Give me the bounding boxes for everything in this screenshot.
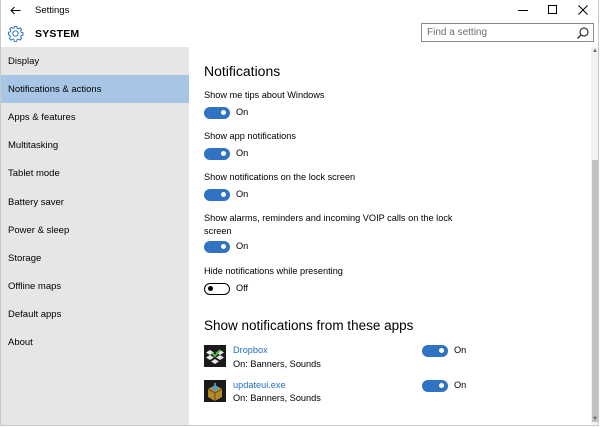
apps-section-title: Show notifications from these apps (204, 318, 414, 333)
settings-window: Settings SYSTEM Display Notifications & … (0, 0, 599, 426)
sidebar-item-label: Storage (8, 252, 42, 264)
sidebar-item-label: Battery saver (8, 196, 64, 208)
option-label-app-notifications: Show app notifications (204, 131, 296, 141)
gear-icon (7, 25, 24, 42)
lock-screen-toggle[interactable] (204, 189, 230, 201)
toggle-state: Off (236, 283, 249, 293)
toggle-knob (439, 348, 444, 353)
option-label-lock-screen: Show notifications on the lock screen (204, 172, 356, 182)
toggle-state: On (236, 148, 249, 158)
sidebar-item-label: Tablet mode (8, 168, 60, 180)
back-arrow-icon (9, 6, 20, 14)
toggle-state: On (454, 380, 467, 390)
minimize-button[interactable] (508, 0, 538, 20)
sidebar: Display Notifications & actions Apps & f… (1, 47, 189, 425)
toggle-knob (221, 151, 226, 156)
sidebar-item-tablet-mode[interactable]: Tablet mode (1, 160, 189, 188)
option-label-tips: Show me tips about Windows (204, 90, 325, 100)
sidebar-item-apps-features[interactable]: Apps & features (1, 103, 189, 131)
close-icon (578, 5, 588, 15)
app-detail: On: Banners, Sounds (233, 359, 321, 369)
scroll-down-icon[interactable]: ▼ (591, 416, 598, 424)
option-label-alarms-voip: Show alarms, reminders and incoming VOIP… (204, 213, 453, 236)
toggle-knob (208, 286, 213, 291)
close-button[interactable] (568, 0, 598, 20)
sidebar-item-label: Offline maps (8, 281, 62, 293)
alarms-voip-toggle[interactable] (204, 241, 230, 253)
toggle-state: On (454, 345, 467, 355)
sidebar-item-multitasking[interactable]: Multitasking (1, 132, 189, 160)
maximize-icon (548, 5, 557, 14)
sidebar-item-power-sleep[interactable]: Power & sleep (1, 216, 189, 244)
option-label-hide-presenting: Hide notifications while presenting (204, 266, 343, 276)
sidebar-item-offline-maps[interactable]: Offline maps (1, 273, 189, 301)
window-title: Settings (35, 4, 70, 16)
scrollbar-thumb[interactable] (592, 160, 598, 422)
sidebar-item-display[interactable]: Display (1, 47, 189, 75)
sidebar-item-label: Notifications & actions (8, 83, 102, 95)
section-title: SYSTEM (35, 28, 80, 40)
app-name-dropbox[interactable]: Dropbox (233, 345, 268, 355)
search-icon[interactable] (576, 26, 590, 40)
dropbox-toggle[interactable] (422, 345, 448, 357)
sidebar-item-default-apps[interactable]: Default apps (1, 301, 189, 329)
minimize-icon (518, 10, 528, 11)
toggle-knob (439, 383, 444, 388)
updateui-app-icon (204, 380, 226, 402)
sidebar-item-label: Default apps (8, 309, 62, 321)
toggle-knob (221, 192, 226, 197)
toggle-state: On (236, 107, 249, 117)
sidebar-item-label: Multitasking (8, 140, 59, 152)
sidebar-item-label: About (8, 337, 33, 349)
app-detail: On: Banners, Sounds (233, 393, 321, 403)
main-content: Notifications Show me tips about Windows… (189, 47, 589, 425)
updateui-toggle[interactable] (422, 380, 448, 392)
title-bar: Settings (1, 0, 598, 20)
maximize-button[interactable] (538, 0, 568, 20)
toggle-state: On (236, 241, 249, 251)
toggle-knob (221, 244, 226, 249)
sidebar-item-label: Display (8, 55, 40, 67)
sidebar-item-storage[interactable]: Storage (1, 244, 189, 272)
sidebar-item-about[interactable]: About (1, 329, 189, 357)
back-button[interactable] (1, 0, 29, 20)
scroll-up-icon[interactable]: ▲ (591, 48, 598, 56)
search-box[interactable] (421, 23, 594, 42)
sidebar-item-battery-saver[interactable]: Battery saver (1, 188, 189, 216)
app-name-updateui[interactable]: updateui.exe (233, 380, 286, 390)
hide-presenting-toggle[interactable] (204, 283, 230, 295)
sidebar-item-label: Power & sleep (8, 224, 70, 236)
sidebar-item-label: Apps & features (8, 111, 76, 123)
dropbox-icon (204, 345, 226, 367)
app-notifications-toggle[interactable] (204, 148, 230, 160)
toggle-state: On (236, 189, 249, 199)
toggle-knob (221, 110, 226, 115)
page-title: Notifications (204, 63, 281, 79)
tips-toggle[interactable] (204, 107, 230, 119)
search-input[interactable] (422, 26, 576, 39)
sidebar-item-notifications-actions[interactable]: Notifications & actions (1, 75, 189, 104)
